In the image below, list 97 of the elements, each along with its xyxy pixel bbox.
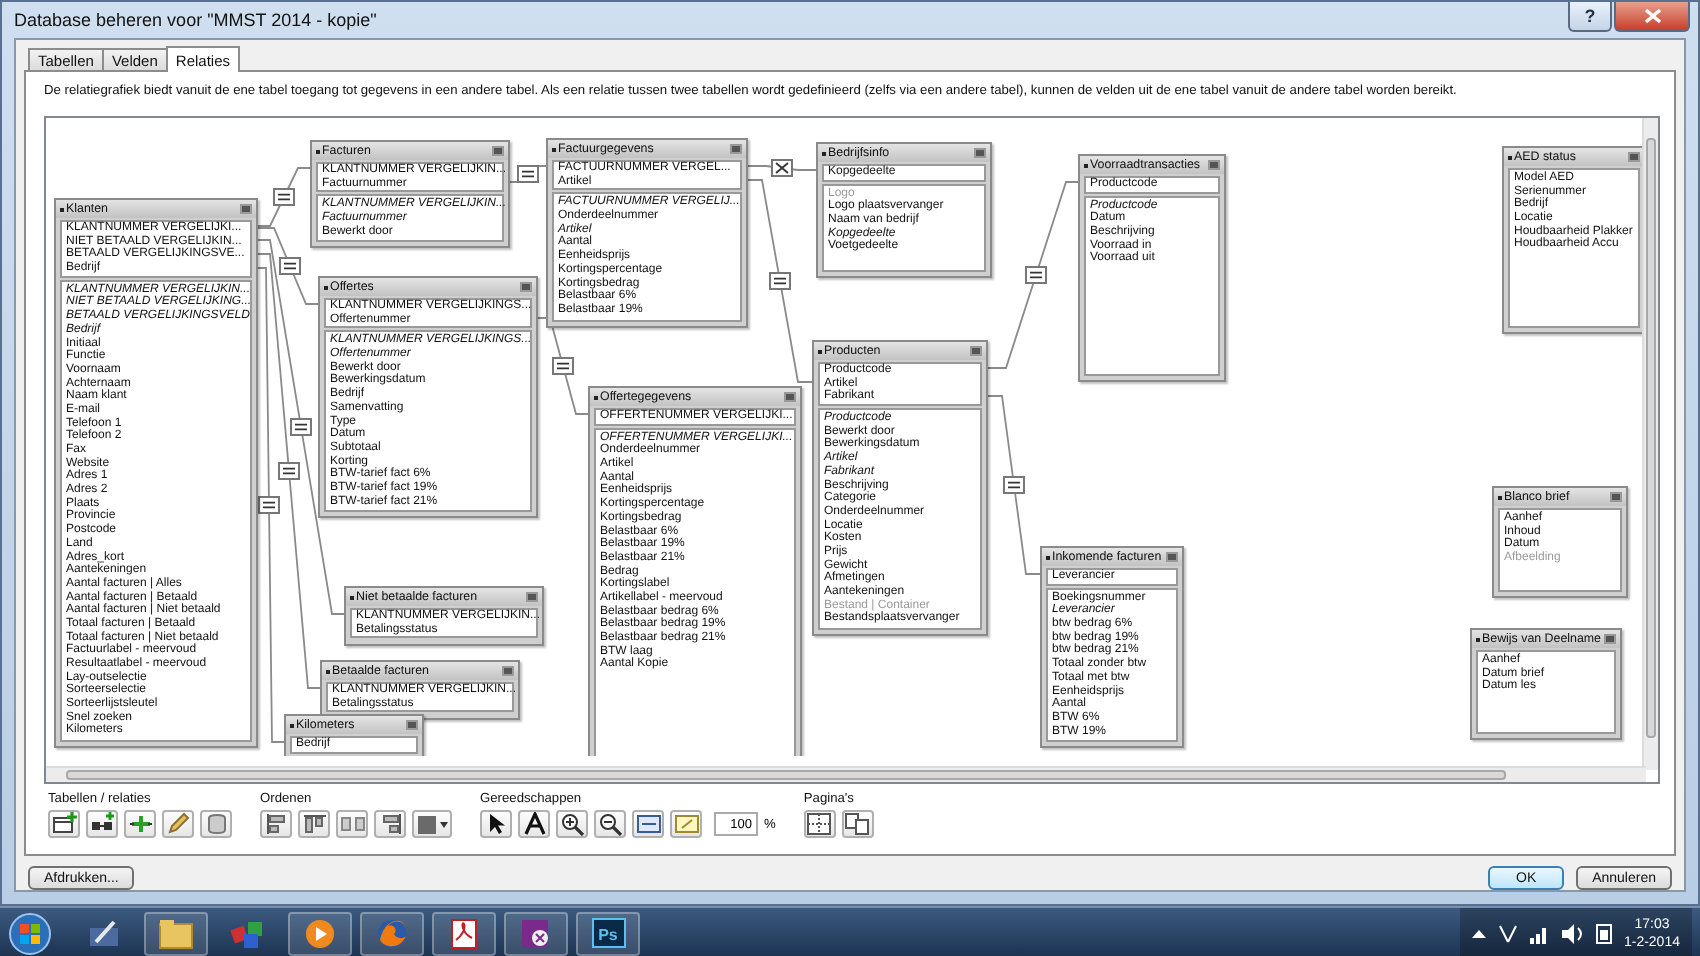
table-menu-icon[interactable] xyxy=(970,346,982,356)
table-marker-icon xyxy=(60,207,64,211)
table-marker-icon xyxy=(1046,555,1050,559)
fit-view-button[interactable] xyxy=(632,810,664,838)
relationship-line[interactable] xyxy=(509,165,547,183)
align-right-button[interactable] xyxy=(374,810,406,838)
table-menu-icon[interactable] xyxy=(730,144,742,154)
table-menu-icon[interactable] xyxy=(1604,634,1616,644)
table-plus-icon xyxy=(51,812,77,836)
plus-diagram-icon xyxy=(127,812,153,836)
table-menu-icon[interactable] xyxy=(406,720,418,730)
cylinder-icon xyxy=(203,812,229,836)
table-marker-icon xyxy=(326,669,330,673)
table-marker-icon xyxy=(324,285,328,289)
zoom-in-button[interactable] xyxy=(556,810,588,838)
screen-icon xyxy=(635,812,661,836)
table-menu-icon[interactable] xyxy=(784,392,796,402)
start-button[interactable] xyxy=(8,911,52,955)
horizontal-scrollbar[interactable] xyxy=(46,766,1646,782)
align-left-icon xyxy=(263,812,289,836)
align-right-icon xyxy=(377,812,403,836)
zoom-out-button[interactable] xyxy=(594,810,626,838)
text-tool-button[interactable] xyxy=(518,810,550,838)
table-marker-icon xyxy=(290,723,294,727)
pencil-icon xyxy=(165,812,191,836)
distribute-button[interactable] xyxy=(336,810,368,838)
up-caret-icon xyxy=(1471,928,1486,938)
folder-icon xyxy=(158,917,194,949)
help-button[interactable]: ? xyxy=(1568,2,1612,32)
taskbar-app[interactable] xyxy=(504,911,568,955)
pointer-tool-button[interactable] xyxy=(480,810,512,838)
globe-icon xyxy=(374,917,410,949)
table-menu-icon[interactable] xyxy=(240,204,252,214)
table-marker-icon xyxy=(594,395,598,399)
play-icon xyxy=(302,917,338,949)
battery-icon xyxy=(1595,922,1612,944)
add-relationship-button[interactable] xyxy=(86,810,118,838)
vertical-scrollbar[interactable] xyxy=(1642,118,1658,770)
table-marker-icon xyxy=(552,147,556,151)
pen-tablet-icon xyxy=(86,917,122,949)
page-setup-button[interactable] xyxy=(841,810,874,838)
table-menu-icon[interactable] xyxy=(1628,152,1640,162)
table-menu-icon[interactable] xyxy=(1208,160,1220,170)
delete-button[interactable] xyxy=(200,810,232,838)
table-card[interactable] xyxy=(318,276,538,519)
table-menu-icon[interactable] xyxy=(520,282,532,292)
table-marker-icon xyxy=(822,151,826,155)
resize-icon xyxy=(673,812,699,836)
align-top-icon xyxy=(301,812,327,836)
table-marker-icon xyxy=(316,149,320,153)
edit-button[interactable] xyxy=(162,810,194,838)
color-dropdown[interactable] xyxy=(412,810,452,838)
signal-bars-icon xyxy=(1529,923,1550,943)
caret-icon xyxy=(439,821,447,827)
text-tool-icon xyxy=(521,812,547,836)
table-menu-icon[interactable] xyxy=(1610,492,1622,502)
document-icon xyxy=(446,917,482,949)
grow-view-button[interactable] xyxy=(670,810,702,838)
start-orb-icon xyxy=(8,911,52,955)
add-table-button[interactable] xyxy=(48,810,80,838)
taskbar-app[interactable]: Ps xyxy=(576,911,640,955)
table-marker-icon xyxy=(350,595,354,599)
colored-blocks-icon xyxy=(230,917,266,949)
link-plus-icon xyxy=(89,812,115,836)
table-menu-icon[interactable] xyxy=(974,148,986,158)
table-marker-icon xyxy=(818,349,822,353)
table-menu-icon[interactable] xyxy=(526,592,538,602)
pages-icon xyxy=(844,812,871,836)
distribute-icon xyxy=(339,812,365,836)
table-menu-icon[interactable] xyxy=(1166,552,1178,562)
table-marker-icon xyxy=(1476,637,1480,641)
table-marker-icon xyxy=(1508,155,1512,159)
table-marker-icon xyxy=(1498,495,1502,499)
relationship-line[interactable] xyxy=(747,159,817,177)
close-button[interactable] xyxy=(1614,2,1690,32)
align-left-button[interactable] xyxy=(260,810,292,838)
close-icon xyxy=(1643,8,1661,24)
app-icon: Ps xyxy=(591,918,625,948)
scrollbar-thumb[interactable] xyxy=(66,770,1506,780)
speaker-icon xyxy=(1561,923,1584,943)
table-menu-icon[interactable] xyxy=(492,146,504,156)
taskbar-app[interactable] xyxy=(288,911,352,955)
color-swatch-icon xyxy=(417,815,435,833)
page-grid-icon xyxy=(806,812,833,836)
table-card[interactable] xyxy=(588,386,802,756)
taskbar-app[interactable] xyxy=(144,911,208,955)
table-marker-icon xyxy=(1084,163,1088,167)
align-top-button[interactable] xyxy=(298,810,330,838)
zoom-out-icon xyxy=(597,812,623,836)
table-menu-icon[interactable] xyxy=(502,666,514,676)
scrollbar-thumb[interactable] xyxy=(1646,138,1656,738)
taskbar-app[interactable] xyxy=(432,911,496,955)
page-grid-button[interactable] xyxy=(803,810,836,838)
zoom-in-icon xyxy=(559,812,585,836)
table-card[interactable] xyxy=(812,340,988,637)
window-title: Database beheren voor "MMST 2014 - kopie" xyxy=(14,10,377,30)
table-card[interactable] xyxy=(54,198,258,749)
